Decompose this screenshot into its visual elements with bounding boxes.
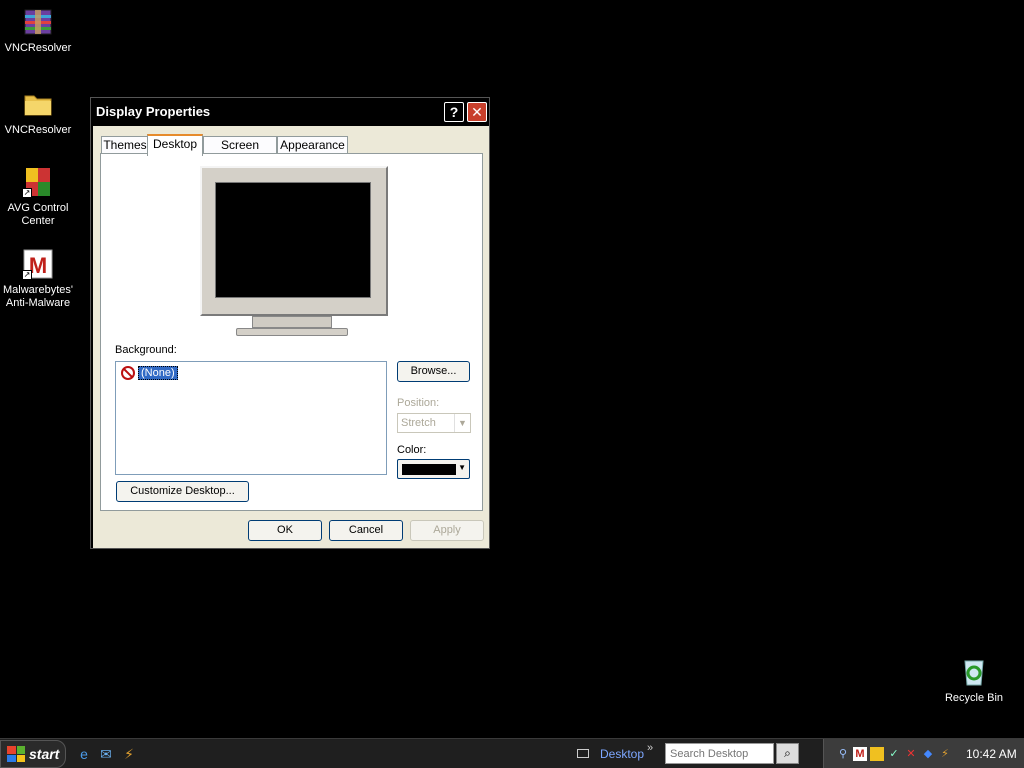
avg-icon: ↗ [22, 166, 54, 198]
outlook-express-icon[interactable]: ✉ [98, 746, 114, 762]
color-swatch [402, 464, 456, 475]
bluetooth-icon[interactable]: ◆ [921, 747, 935, 761]
security-alert-icon[interactable]: ✕ [904, 747, 918, 761]
desktop-icon-vncresolver-archive[interactable]: VNCResolver [0, 6, 76, 55]
dialog-client-area: Themes Desktop Screen Saver Appearance B… [93, 126, 489, 548]
dialog-titlebar[interactable]: Display Properties ? ✕ [91, 98, 489, 126]
apply-button[interactable]: Apply [410, 520, 484, 541]
chevron-down-icon: ▼ [454, 414, 470, 432]
desktop-toolbar-label[interactable]: Desktop [600, 747, 644, 761]
chevron-right-icon[interactable]: » [647, 742, 653, 754]
system-tray: ⚲ M ✓ ✕ ◆ ⚡ 10:42 AM [823, 739, 1024, 768]
close-button[interactable]: ✕ [467, 102, 487, 122]
clock[interactable]: 10:42 AM [966, 747, 1017, 761]
network-icon[interactable]: ✓ [887, 747, 901, 761]
color-label: Color: [397, 444, 427, 456]
monitor-screen-preview [215, 182, 371, 298]
shortcut-arrow-icon: ↗ [22, 188, 32, 198]
ok-button[interactable]: OK [248, 520, 322, 541]
list-item-label: (None) [138, 366, 178, 380]
list-item[interactable]: (None) [121, 365, 178, 381]
monitor-bezel [200, 166, 388, 316]
help-button[interactable]: ? [444, 102, 464, 122]
display-properties-dialog: Display Properties ? ✕ Themes Desktop Sc… [90, 97, 490, 549]
monitor-base [236, 328, 348, 336]
windows-logo-icon [7, 746, 25, 762]
desktop-tab-panel: Background: (None) Browse... Position: S… [100, 153, 483, 511]
search-button[interactable]: ⌕ [776, 743, 799, 764]
cancel-button[interactable]: Cancel [329, 520, 403, 541]
search-desktop-input[interactable] [665, 743, 774, 764]
taskbar: start e ✉ ⚡ Desktop » ⌕ ⚲ M ✓ ✕ ◆ ⚡ 10:4… [0, 738, 1024, 768]
monitor-preview [200, 166, 388, 339]
position-select[interactable]: Stretch ▼ [397, 413, 471, 433]
color-picker-button[interactable]: ▼ [397, 459, 470, 479]
background-label: Background: [115, 344, 177, 356]
background-list[interactable]: (None) [115, 361, 387, 475]
tab-desktop[interactable]: Desktop [147, 134, 203, 156]
dialog-title: Display Properties [96, 104, 211, 119]
start-button[interactable]: start [0, 740, 66, 768]
winamp-icon[interactable]: ⚡ [938, 747, 952, 761]
desktop-icon-label: Malwarebytes' Anti-Malware [3, 284, 73, 309]
folder-icon [22, 88, 54, 120]
none-icon [121, 366, 135, 380]
customize-desktop-button[interactable]: Customize Desktop... [116, 481, 249, 502]
search-icon[interactable]: ⚲ [836, 747, 850, 761]
internet-explorer-icon[interactable]: e [76, 746, 92, 762]
recycle-bin-icon [958, 656, 990, 688]
desktop-icon-label: Recycle Bin [944, 692, 1004, 704]
browse-button[interactable]: Browse... [397, 361, 470, 382]
winrar-archive-icon [22, 6, 54, 38]
start-label: start [29, 746, 60, 762]
monitor-neck [252, 316, 332, 328]
search-icon: ⌕ [784, 746, 791, 760]
desktop-icon-vncresolver-folder[interactable]: VNCResolver [0, 88, 76, 137]
avg-icon[interactable] [870, 747, 884, 761]
winamp-icon[interactable]: ⚡ [121, 746, 137, 762]
position-value: Stretch [401, 417, 436, 429]
chevron-down-icon: ▼ [458, 463, 466, 472]
desktop-icon-label: VNCResolver [4, 42, 72, 54]
keyboard-icon[interactable] [577, 749, 589, 758]
position-label: Position: [397, 397, 440, 409]
shortcut-arrow-icon: ↗ [22, 270, 32, 280]
desktop-icon-malwarebytes[interactable]: M ↗ Malwarebytes' Anti-Malware [0, 248, 76, 310]
desktop-icon-label: AVG Control Center [7, 202, 69, 227]
desktop-icon-label: VNCResolver [4, 124, 72, 136]
desktop-icon-avg[interactable]: ↗ AVG Control Center [0, 166, 76, 228]
malwarebytes-icon[interactable]: M [853, 747, 867, 761]
malwarebytes-icon: M ↗ [22, 248, 54, 280]
desktop-icon-recycle-bin[interactable]: Recycle Bin [936, 656, 1012, 705]
